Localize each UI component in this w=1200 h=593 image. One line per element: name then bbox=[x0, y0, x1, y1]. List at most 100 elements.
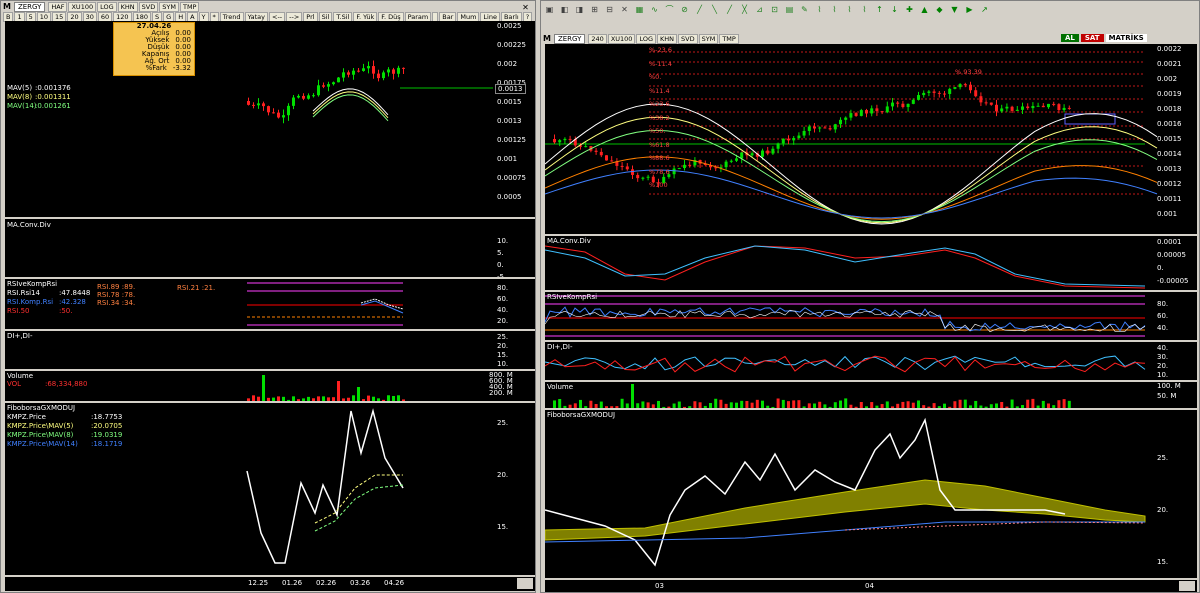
drawing-tool-icon[interactable]: ╲ bbox=[710, 5, 719, 14]
drawing-tool-icon[interactable]: ◆ bbox=[935, 5, 944, 14]
drawing-tool-icon[interactable]: ╱ bbox=[695, 5, 704, 14]
volume-bar bbox=[1005, 406, 1009, 408]
toolbar-button[interactable]: LOG bbox=[636, 33, 656, 44]
candle-body bbox=[953, 87, 957, 89]
drawing-tool-icon[interactable]: ✕ bbox=[620, 5, 629, 14]
toolbar-button[interactable]: XU100 bbox=[68, 1, 97, 12]
drawing-tool-icon[interactable]: ▤ bbox=[785, 5, 794, 14]
volume-bar bbox=[813, 403, 816, 408]
brand-label: MATRİKS bbox=[1105, 34, 1147, 42]
volume-bar bbox=[683, 406, 686, 408]
drawing-tool-icon[interactable]: ▦ bbox=[635, 5, 644, 14]
drawing-tool-icon[interactable]: ◧ bbox=[560, 5, 569, 14]
drawing-tool-icon[interactable]: ▼ bbox=[950, 5, 959, 14]
drawing-tool-icon[interactable]: ⊿ bbox=[755, 5, 764, 14]
drawing-tool-icon[interactable]: ⌇ bbox=[830, 5, 839, 14]
toolbar-button[interactable]: TMP bbox=[719, 33, 739, 44]
drawing-tool-icon[interactable]: ⊘ bbox=[680, 5, 689, 14]
fib-level-label: %-11.4 bbox=[649, 59, 672, 68]
drawing-tool-icon[interactable]: ✚ bbox=[905, 5, 914, 14]
right-volume-panel[interactable]: Volume 100. M 50. M bbox=[545, 382, 1197, 408]
axis-tick-label: 0.0015 bbox=[1157, 135, 1182, 143]
rsi-level-label: RSI.34 :34. bbox=[97, 299, 136, 307]
fibo-title: FiboborsaGXMODUJ bbox=[7, 404, 76, 412]
right-price-panel[interactable]: %-23.6 %-11.4 %0. %11.4 %23.6 %38.2 %50. %61.8%… bbox=[545, 44, 1197, 234]
fib-level-label: %23.6 bbox=[649, 100, 670, 108]
candle-body bbox=[771, 148, 775, 154]
candle-body bbox=[327, 84, 330, 87]
toolbar-button[interactable]: XU100 bbox=[607, 33, 636, 44]
drawing-tool-icon[interactable]: ∿ bbox=[650, 5, 659, 14]
volume-bar bbox=[677, 401, 681, 408]
al-button[interactable]: AL bbox=[1061, 34, 1079, 42]
candle-body bbox=[677, 168, 681, 170]
toolbar-button[interactable]: KHN bbox=[117, 1, 138, 12]
toolbar-button[interactable]: KHN bbox=[657, 33, 678, 44]
date-label: 04.26 bbox=[384, 579, 405, 587]
candle-body bbox=[875, 108, 879, 112]
candle-body bbox=[382, 72, 385, 79]
volume-bar bbox=[272, 397, 275, 401]
toolbar-button[interactable]: SYM bbox=[159, 1, 179, 12]
volume-bar bbox=[755, 399, 759, 408]
drawing-tool-icon[interactable]: ⌒ bbox=[665, 5, 674, 14]
candle-body bbox=[605, 155, 608, 161]
right-fibo-panel[interactable]: FiboborsaGXMODUJ 25. 20. 15. bbox=[545, 410, 1197, 578]
volume-bar bbox=[610, 406, 614, 408]
rsi-panel[interactable]: RSIveKompRsi RSI.Rsi14:47.8448 RSI.Komp.R… bbox=[5, 279, 535, 329]
volume-bar bbox=[352, 395, 355, 401]
candle-body bbox=[943, 93, 946, 95]
scroll-button[interactable] bbox=[1179, 581, 1195, 591]
drawing-tool-icon[interactable]: ⌇ bbox=[860, 5, 869, 14]
drawing-tool-icon[interactable]: ▶ bbox=[965, 5, 974, 14]
toolbar-button[interactable]: HAF bbox=[48, 1, 68, 12]
drawing-tool-icon[interactable]: ⌇ bbox=[845, 5, 854, 14]
drawing-tool-icon[interactable]: ✎ bbox=[800, 5, 809, 14]
symbol-input[interactable]: ZERGY bbox=[553, 33, 586, 44]
date-label: 03 bbox=[655, 582, 664, 590]
drawing-tool-icon[interactable]: ⌇ bbox=[815, 5, 824, 14]
volume-bar bbox=[766, 405, 770, 408]
close-icon[interactable]: ✕ bbox=[521, 3, 530, 12]
toolbar-button[interactable]: 240 bbox=[588, 33, 607, 44]
scroll-button[interactable] bbox=[517, 578, 533, 589]
volume-bar bbox=[974, 400, 978, 408]
drawing-tool-icon[interactable]: ↗ bbox=[980, 5, 989, 14]
price-panel[interactable]: 27.04.26 Açılış 0.00 Yüksek 0.00 Düşük 0.00 Ka… bbox=[5, 21, 535, 217]
di-panel[interactable]: DI+,DI- 25. 20. 15. 10. bbox=[5, 331, 535, 369]
drawing-tool-icon[interactable]: ↑ bbox=[875, 5, 884, 14]
drawing-tool-icon[interactable]: ↓ bbox=[890, 5, 899, 14]
macd-panel[interactable]: MA.Conv.Div 10. 5. 0. -5. bbox=[5, 219, 535, 277]
volume-bar bbox=[698, 402, 702, 408]
candle-body bbox=[729, 160, 733, 162]
toolbar-button[interactable]: SVD bbox=[678, 33, 698, 44]
volume-bar bbox=[953, 401, 957, 408]
volume-panel[interactable]: Volume VOL :68,334,880 800. M 600. M 400. … bbox=[5, 371, 535, 401]
candle-body bbox=[813, 126, 816, 129]
symbol-input[interactable]: ZERGY bbox=[13, 1, 46, 12]
drawing-tool-icon[interactable]: ⊡ bbox=[770, 5, 779, 14]
fibo-panel[interactable]: FiboborsaGXMODUJ KMPZ.Price:18.7753 KMPZ.… bbox=[5, 403, 535, 575]
toolbar-button[interactable]: TMP bbox=[179, 1, 200, 12]
drawing-tool-icon[interactable]: ⊟ bbox=[605, 5, 614, 14]
right-macd-panel[interactable]: MA.Conv.Div 0.0001 0.00005 0. -0.00005 bbox=[545, 236, 1197, 290]
volume-bar bbox=[605, 406, 608, 408]
drawing-tool-icon[interactable]: ╱ bbox=[725, 5, 734, 14]
toolbar-button[interactable]: LOG bbox=[97, 1, 117, 12]
drawing-tool-icon[interactable]: ◨ bbox=[575, 5, 584, 14]
drawing-tool-icon[interactable]: ╳ bbox=[740, 5, 749, 14]
right-di-panel[interactable]: DI+,DI- 40. 30. 20. 10. bbox=[545, 342, 1197, 380]
drawing-tool-icon[interactable]: ▣ bbox=[545, 5, 554, 14]
volume-bar bbox=[859, 401, 863, 408]
right-rsi-panel[interactable]: RSIveKompRsi 80. 60. 40. bbox=[545, 292, 1197, 340]
toolbar-button[interactable]: SYM bbox=[698, 33, 719, 44]
volume-bar bbox=[948, 406, 952, 408]
axis-tick-label: 40. bbox=[497, 306, 509, 314]
sat-button[interactable]: SAT bbox=[1080, 34, 1104, 42]
drawing-tool-icon[interactable]: ⊞ bbox=[590, 5, 599, 14]
drawing-tool-icon[interactable]: ▲ bbox=[920, 5, 929, 14]
candle-body bbox=[740, 152, 744, 159]
volume-bar bbox=[563, 405, 567, 408]
axis-tick-label: 40. bbox=[1157, 344, 1169, 352]
toolbar-button[interactable]: SVD bbox=[138, 1, 159, 12]
